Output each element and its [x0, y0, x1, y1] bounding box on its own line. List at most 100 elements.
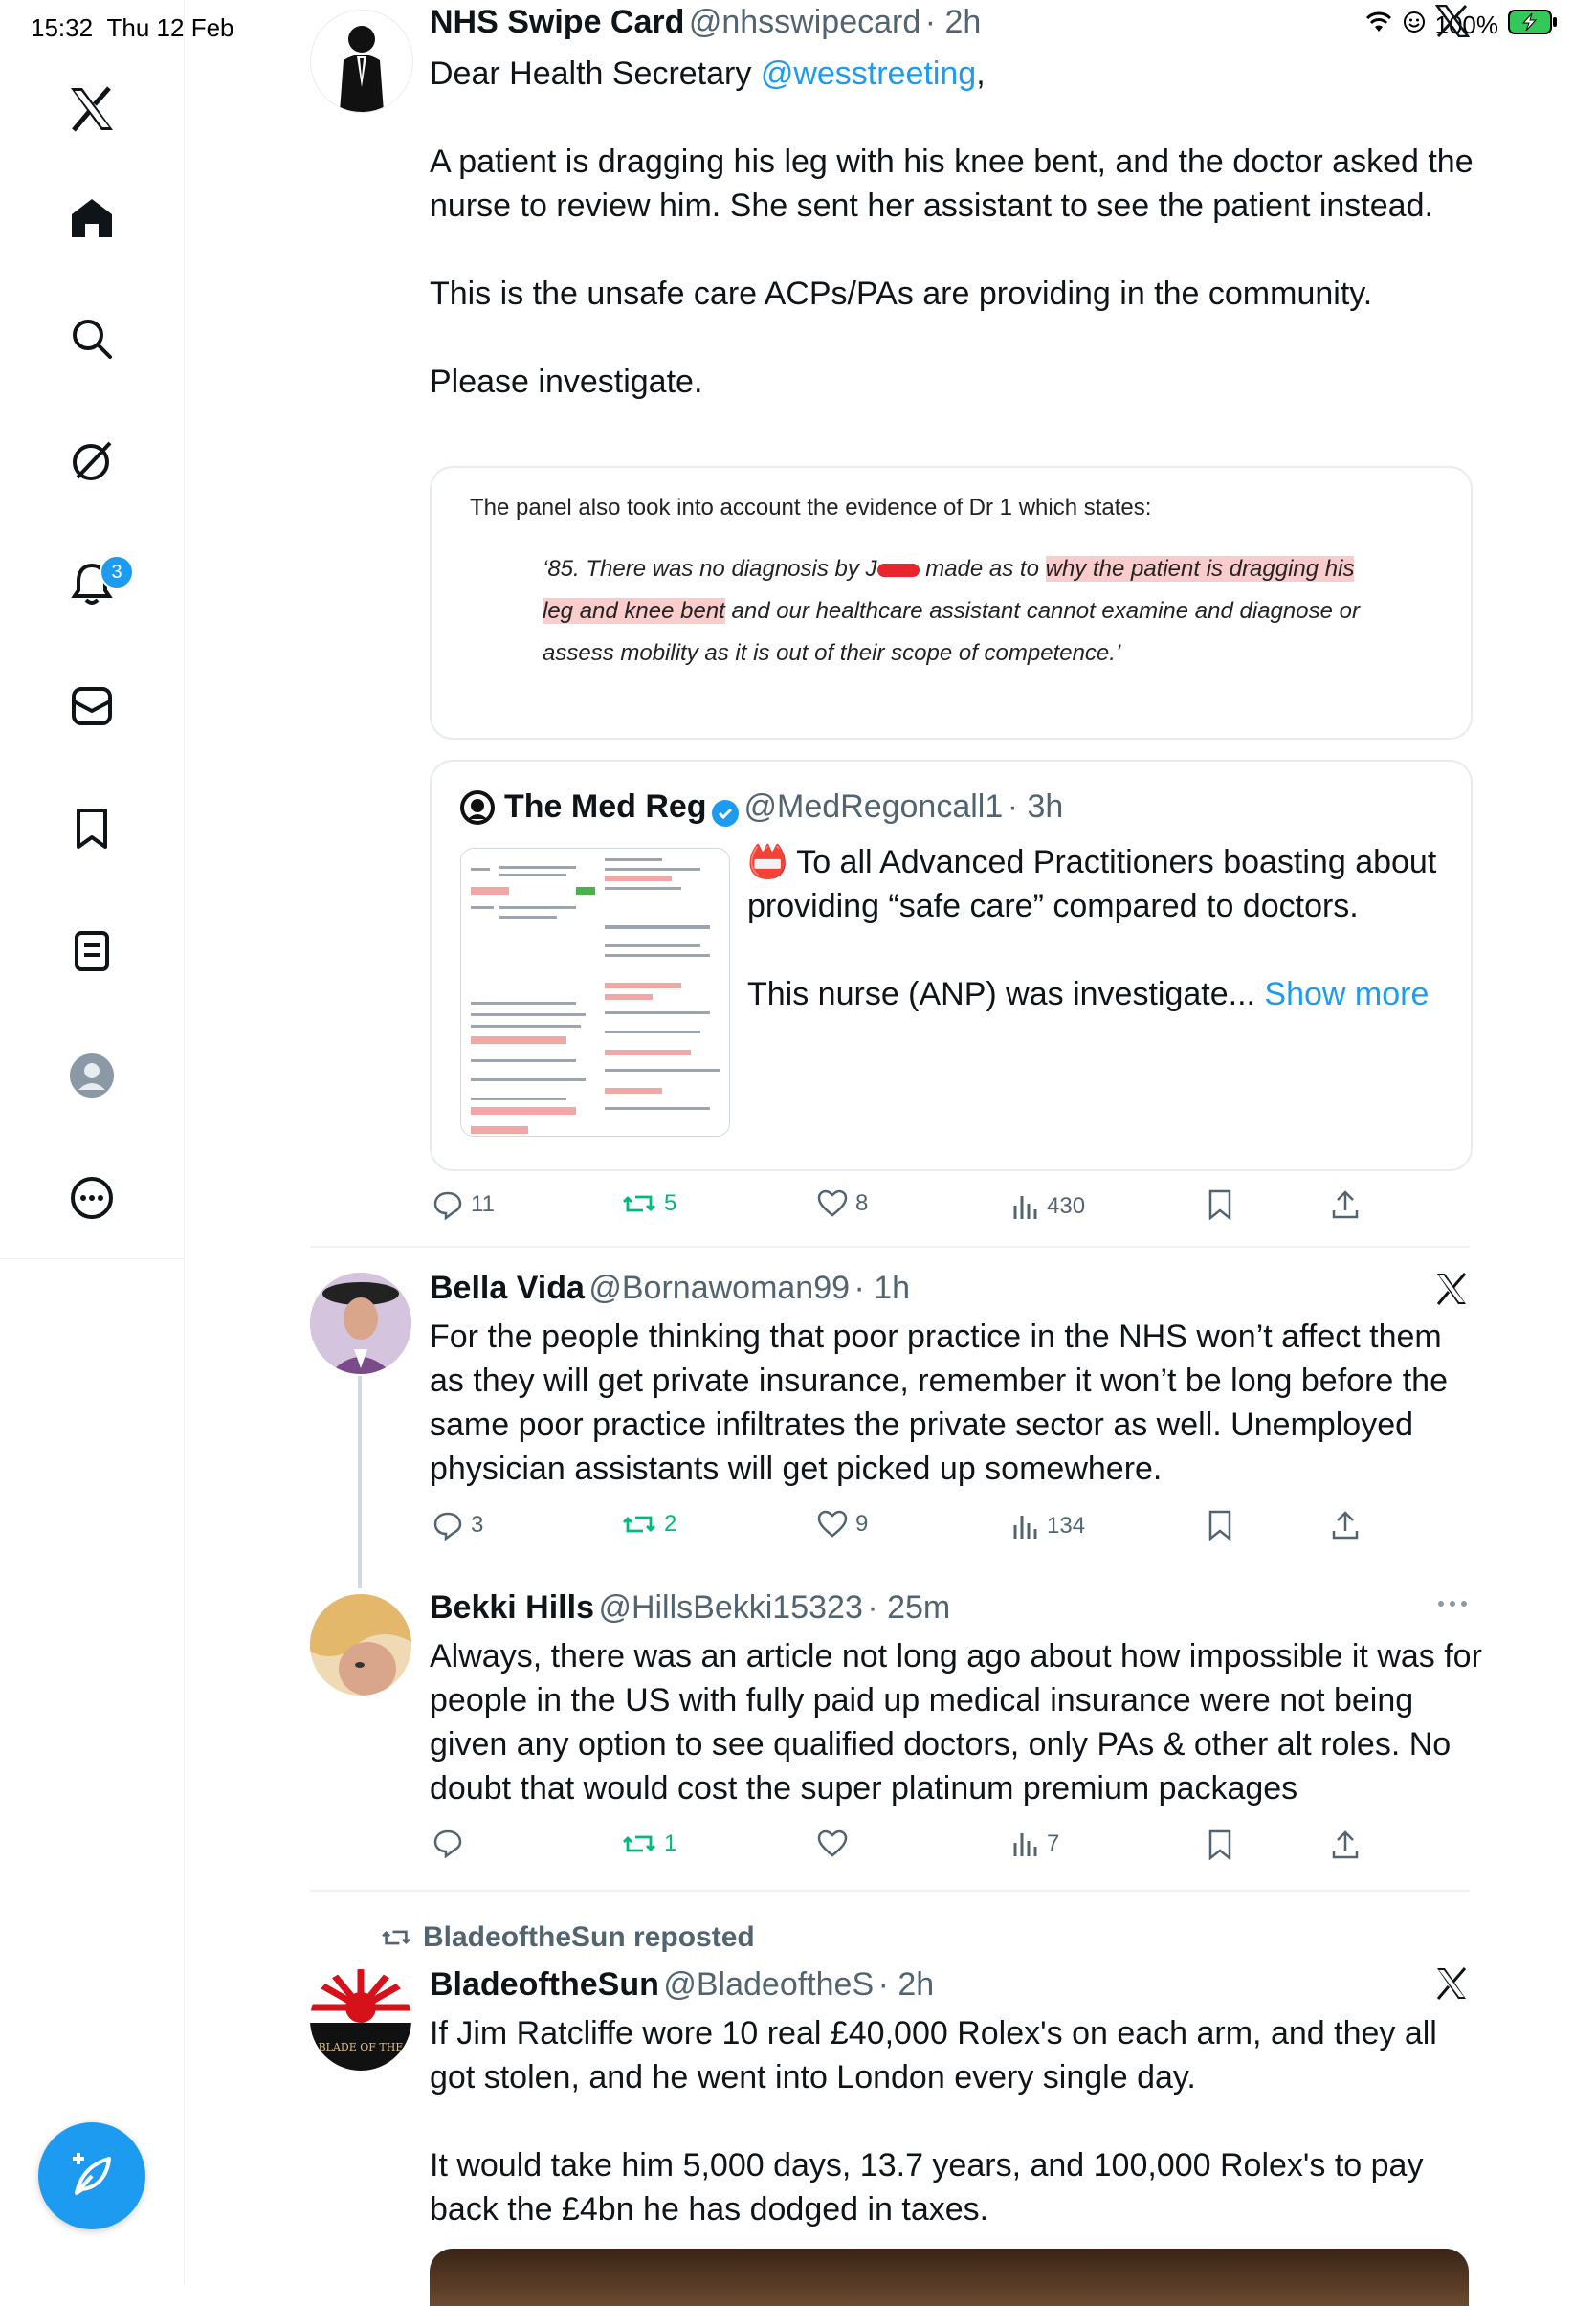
greeting: Dear Health Secretary [430, 55, 761, 92]
heart-icon [817, 1829, 848, 1857]
x-logo-icon [1435, 1273, 1468, 1310]
compose-feather-icon [73, 2153, 111, 2195]
attached-image[interactable]: The panel also took into account the evi… [430, 466, 1473, 740]
views-button[interactable]: 134 [1012, 1512, 1085, 1541]
x-logo-icon [1435, 1967, 1468, 2005]
repost-indicator[interactable]: BladeoftheSun reposted [381, 1921, 755, 1954]
like-count: 8 [855, 1190, 869, 1216]
author-handle[interactable]: @BladeoftheS [663, 1966, 874, 2003]
repost-button[interactable]: 2 [622, 1510, 676, 1539]
focus-icon [1403, 11, 1426, 40]
tweet-header: NHS Swipe Card @nhsswipecard · 2h [430, 4, 981, 41]
tweet-image[interactable] [430, 2249, 1469, 2306]
views-count: 134 [1047, 1513, 1086, 1539]
like-button[interactable] [817, 1829, 855, 1858]
author-handle[interactable]: @HillsBekki15323 [598, 1589, 862, 1626]
bookmark-icon [1208, 1510, 1231, 1541]
compose-button[interactable] [38, 2122, 145, 2229]
reply-icon [433, 1512, 462, 1541]
repost-count: 5 [664, 1190, 677, 1216]
quote-highlight-1: why the patient is dragging his [1045, 556, 1355, 582]
reply-button[interactable] [432, 1828, 471, 1858]
repost-count: 1 [664, 1830, 677, 1856]
share-button[interactable] [1330, 1829, 1361, 1860]
repost-icon [382, 1930, 410, 1945]
repost-button[interactable]: 5 [622, 1189, 676, 1218]
tweet-time[interactable]: · 2h [878, 1966, 935, 2003]
avatar-text: BLADE OF THE [319, 2041, 404, 2053]
bookmarks-icon[interactable] [63, 800, 121, 857]
more-icon[interactable] [63, 1169, 121, 1227]
bookmark-icon [1208, 1829, 1231, 1860]
rising-sun-avatar-icon: BLADE OF THE [310, 1969, 411, 2071]
x-logo-icon[interactable] [63, 80, 121, 138]
author-name[interactable]: Bella Vida [430, 1270, 585, 1306]
author-name[interactable]: BladeoftheSun [430, 1966, 659, 2003]
bookmark-button[interactable] [1208, 1510, 1232, 1541]
tweet-header: BladeoftheSun @BladeoftheS · 2h [430, 1966, 934, 2004]
geisha-avatar-icon [310, 1273, 411, 1374]
heart-icon [817, 1510, 848, 1538]
author-name[interactable]: Bekki Hills [430, 1589, 594, 1626]
reply-icon [433, 1191, 462, 1220]
messages-icon[interactable] [63, 677, 121, 735]
greeting-suffix: , [976, 55, 986, 92]
author-handle[interactable]: @nhsswipecard [689, 4, 920, 40]
document-line: The panel also took into account the evi… [470, 495, 1152, 521]
thread-connector [358, 1376, 362, 1588]
bookmark-button[interactable] [1208, 1829, 1232, 1860]
like-count: 9 [855, 1511, 869, 1537]
quoted-header: The Med Reg @MedRegoncall1 · 3h [504, 788, 1063, 828]
grok-icon[interactable] [63, 432, 121, 490]
author-handle[interactable]: @Bornawoman99 [588, 1270, 850, 1306]
avatar[interactable] [310, 1273, 411, 1374]
wifi-icon [1364, 11, 1393, 40]
avatar[interactable] [310, 10, 413, 113]
avatar[interactable] [310, 1594, 411, 1696]
tweet-divider [310, 1890, 1470, 1892]
mention-link[interactable]: @wesstreeting [761, 55, 976, 92]
tweet-time[interactable]: · 1h [853, 1270, 910, 1306]
share-button[interactable] [1330, 1510, 1361, 1541]
repost-icon [623, 1516, 655, 1533]
views-count: 7 [1047, 1830, 1060, 1856]
sidebar-divider [0, 1258, 184, 1259]
blonde-avatar-icon [310, 1594, 411, 1696]
repost-label: BladeoftheSun reposted [423, 1921, 755, 1953]
quoted-image-thumbnail[interactable] [460, 848, 730, 1137]
quote-part-d: assess mobility as it is out of their sc… [543, 640, 1121, 666]
views-button[interactable]: 7 [1012, 1829, 1059, 1858]
tweet-header: Bella Vida @Bornawoman99 · 1h [430, 1270, 910, 1307]
bookmark-button[interactable] [1208, 1189, 1232, 1220]
reply-button[interactable]: 11 [432, 1189, 495, 1220]
reply-count: 11 [471, 1191, 495, 1217]
like-button[interactable]: 8 [817, 1189, 868, 1218]
repost-icon [623, 1195, 655, 1212]
profile-icon[interactable] [63, 1047, 121, 1104]
heart-icon [817, 1189, 848, 1217]
tweet-time[interactable]: · 2h [925, 4, 982, 40]
quote-highlight-2: leg and knee bent [543, 598, 725, 624]
document-quote: ‘85. There was no diagnosis by J made as… [543, 548, 1461, 675]
quoted-avatar [460, 790, 495, 825]
show-more-link[interactable]: Show more [1264, 976, 1429, 1012]
like-button[interactable]: 9 [817, 1510, 868, 1539]
quoted-tweet[interactable]: The Med Reg @MedRegoncall1 · 3h 📛 To all… [430, 760, 1473, 1171]
quote-part-b: made as to [919, 556, 1046, 582]
quote-part-c: and our healthcare assistant cannot exam… [724, 598, 1360, 624]
more-options-icon[interactable] [1437, 1596, 1468, 1613]
lists-icon[interactable] [63, 922, 121, 980]
repost-button[interactable]: 1 [622, 1829, 676, 1858]
tweet-body: If Jim Ratcliffe wore 10 real £40,000 Ro… [430, 2015, 1437, 2228]
repost-icon [623, 1835, 655, 1852]
tweet-time[interactable]: · 25m [867, 1589, 950, 1626]
views-button[interactable]: 430 [1012, 1192, 1085, 1221]
author-name[interactable]: NHS Swipe Card [430, 4, 684, 40]
verified-badge-icon [711, 799, 740, 828]
home-icon[interactable] [63, 189, 121, 247]
search-icon[interactable] [63, 310, 121, 367]
views-count: 430 [1047, 1193, 1086, 1219]
avatar[interactable]: BLADE OF THE [310, 1969, 411, 2071]
reply-button[interactable]: 3 [432, 1510, 483, 1541]
share-button[interactable] [1330, 1189, 1361, 1220]
